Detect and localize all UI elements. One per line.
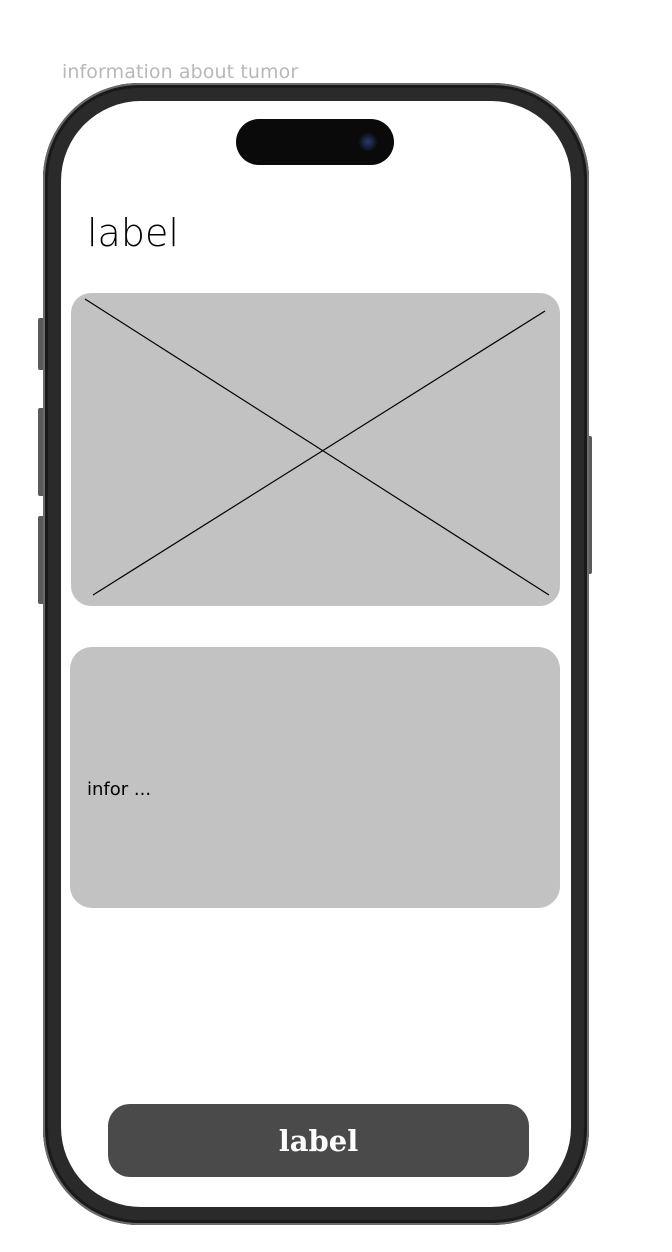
page-title: label [87, 211, 179, 255]
placeholder-cross-line-1 [84, 298, 550, 596]
phone-screen: label infor ... label [61, 101, 571, 1207]
front-camera-icon [358, 132, 378, 152]
info-card: infor ... [70, 647, 560, 908]
image-placeholder [71, 293, 560, 606]
primary-button[interactable]: label [108, 1104, 529, 1177]
frame-label: information about tumor [62, 61, 299, 83]
dynamic-island [236, 119, 394, 165]
primary-button-label: label [278, 1123, 359, 1158]
placeholder-cross-line-2 [92, 310, 546, 596]
info-text: infor ... [87, 779, 152, 800]
canvas: information about tumor label infor ... … [0, 0, 672, 1252]
image-placeholder-icon [84, 298, 550, 596]
